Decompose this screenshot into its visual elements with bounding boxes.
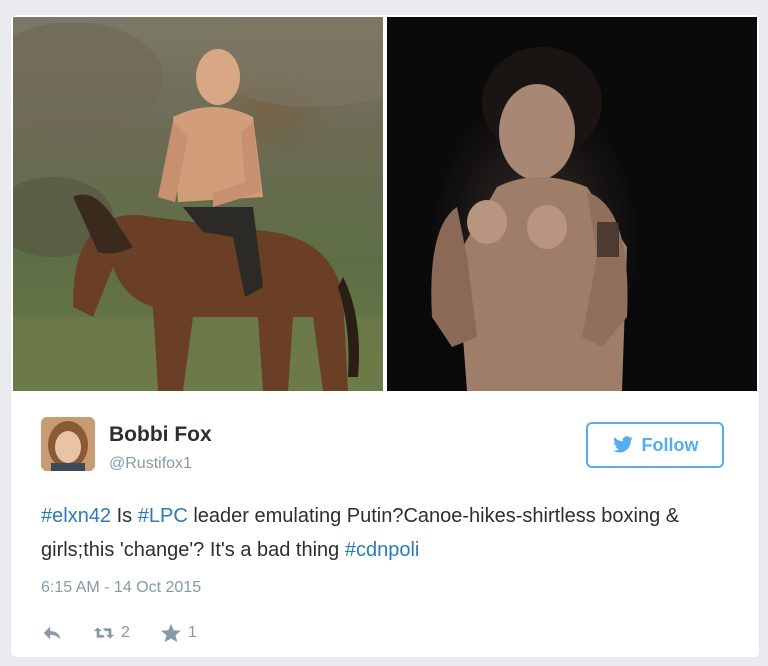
tweet-card: Bobbi Fox @Rustifox1 Follow #elxn42 Is #… — [10, 14, 760, 658]
follow-button[interactable]: Follow — [586, 422, 724, 468]
photo-right[interactable] — [387, 17, 757, 391]
reply-button[interactable] — [41, 623, 63, 643]
avatar[interactable] — [41, 417, 95, 471]
favorite-count: 1 — [187, 624, 197, 641]
hashtag-lpc[interactable]: #LPC — [138, 505, 188, 527]
hashtag-elxn42[interactable]: #elxn42 — [41, 505, 111, 527]
tweet-text: #elxn42 Is #LPC leader emulating Putin?C… — [41, 499, 731, 567]
author-handle[interactable]: @Rustifox1 — [109, 455, 192, 473]
hashtag-cdnpoli[interactable]: #cdnpoli — [345, 539, 420, 561]
photo-left[interactable] — [13, 17, 383, 391]
tweet-timestamp[interactable]: 6:15 AM - 14 Oct 2015 — [41, 579, 201, 597]
author-name[interactable]: Bobbi Fox — [109, 423, 212, 447]
twitter-bird-icon — [612, 436, 633, 453]
tweet-actions: 2 1 — [41, 619, 227, 647]
retweet-count: 2 — [121, 624, 130, 641]
star-icon — [160, 623, 181, 643]
shirtless-boxer-illustration — [431, 47, 628, 391]
retweet-button[interactable]: 2 — [93, 623, 130, 643]
follow-label: Follow — [641, 434, 699, 455]
favorite-button[interactable]: 1 — [160, 623, 197, 643]
tweet-body: Bobbi Fox @Rustifox1 Follow #elxn42 Is #… — [11, 393, 759, 655]
rider-on-horse-illustration — [13, 17, 383, 391]
text-segment: Is — [111, 505, 138, 527]
avatar-image — [41, 417, 95, 471]
tweet-media[interactable] — [13, 17, 757, 391]
reply-icon — [43, 626, 61, 640]
retweet-icon — [93, 627, 115, 639]
